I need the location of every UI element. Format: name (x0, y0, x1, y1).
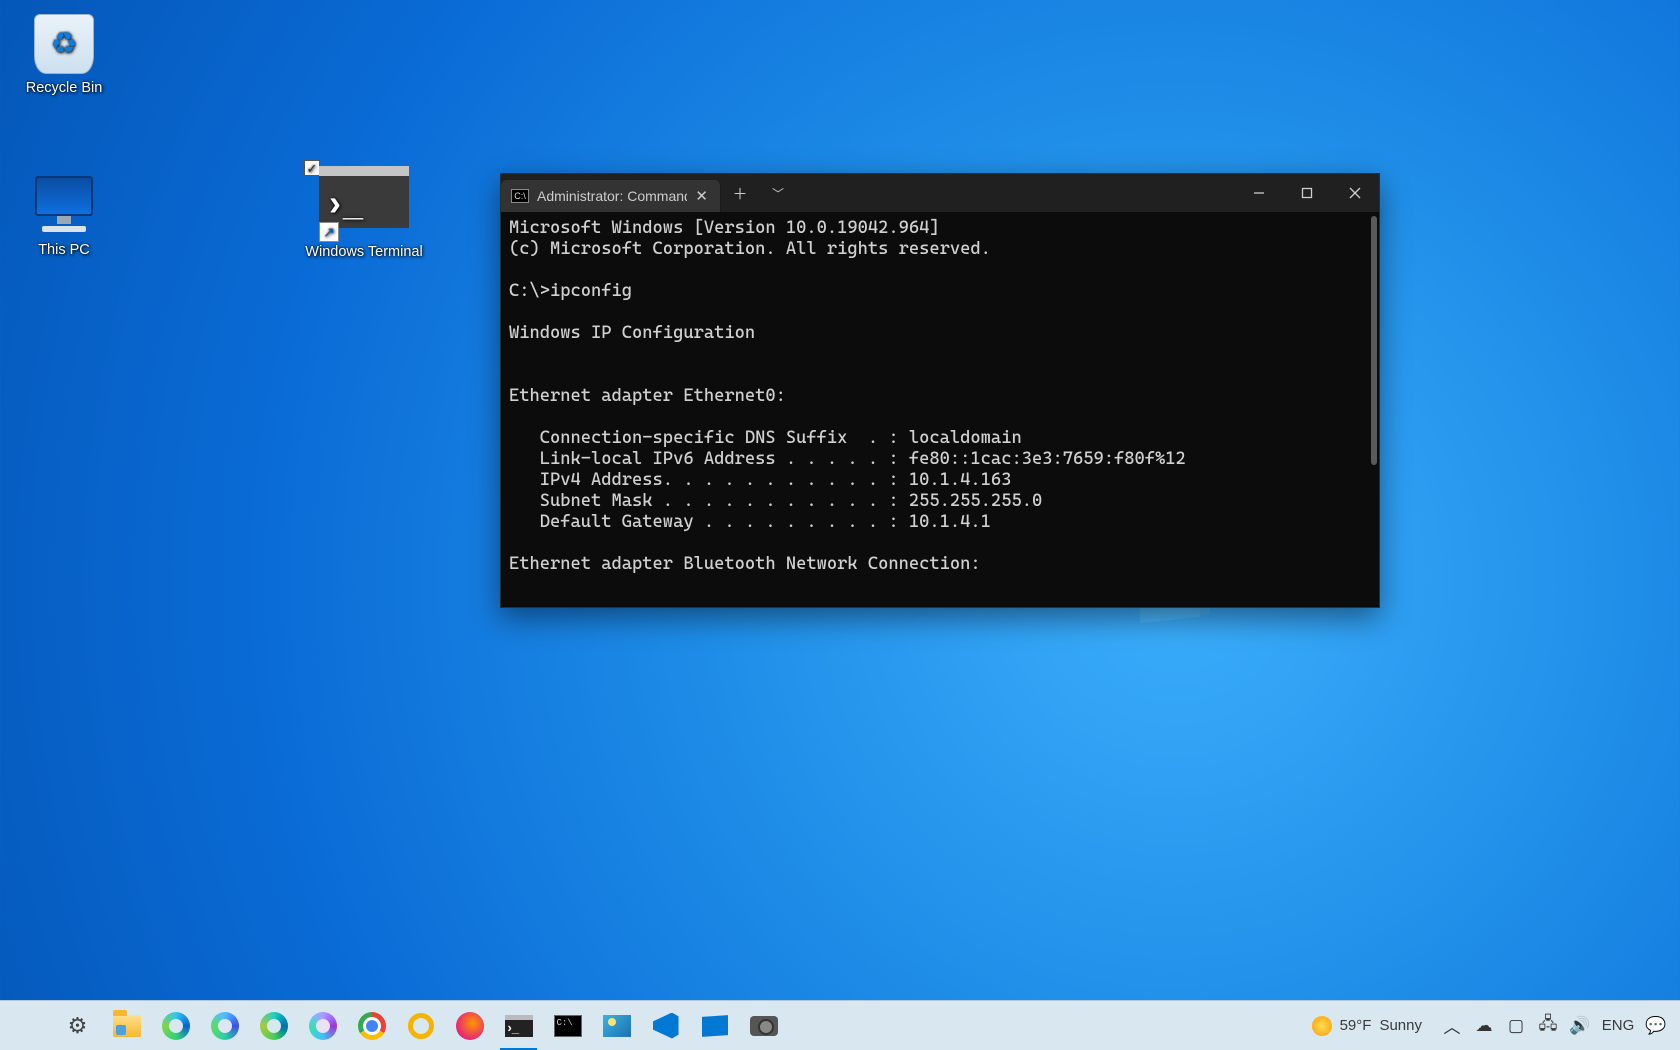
vscode-icon (651, 1011, 681, 1041)
taskbar-camera[interactable] (739, 1001, 788, 1050)
close-tab-button[interactable]: ✕ (695, 187, 708, 205)
titlebar-drag-region[interactable] (797, 174, 1235, 212)
cmd-icon (553, 1011, 583, 1041)
gear-icon: ⚙ (63, 1011, 93, 1041)
onedrive-icon: ☁ (1476, 1016, 1493, 1036)
new-tab-button[interactable]: ＋ (721, 174, 759, 212)
taskbar-settings[interactable]: ⚙ (53, 1001, 102, 1050)
taskbar-file-explorer[interactable] (102, 1001, 151, 1050)
taskbar-chrome-canary[interactable] (396, 1001, 445, 1050)
sun-icon (1312, 1016, 1332, 1036)
taskbar-edge-dev[interactable] (249, 1001, 298, 1050)
tray-meet-now[interactable]: ▢ (1500, 1001, 1532, 1050)
desktop-icon-recycle-bin[interactable]: ♻ Recycle Bin (16, 14, 112, 97)
close-icon (1349, 187, 1361, 199)
taskbar: ⚙ 59°F Sunn (0, 1000, 1680, 1050)
maximize-button[interactable] (1283, 174, 1331, 212)
windows-terminal-icon: ↗ (319, 166, 409, 238)
windows-terminal-window[interactable]: C:\ Administrator: Command Prompt ✕ ＋ ﹀ … (500, 173, 1380, 608)
terminal-tab-title: Administrator: Command Prompt (537, 188, 687, 204)
maximize-icon (1301, 187, 1313, 199)
weather-condition: Sunny (1379, 1017, 1422, 1034)
recycle-bin-icon: ♻ (34, 14, 94, 74)
tray-onedrive[interactable]: ☁ (1468, 1001, 1500, 1050)
tray-language[interactable]: ENG (1596, 1017, 1640, 1034)
minimize-button[interactable] (1235, 174, 1283, 212)
selection-checkbox-icon[interactable] (304, 160, 320, 176)
speaker-icon: 🔊 (1569, 1016, 1590, 1036)
terminal-scrollbar[interactable] (1371, 216, 1377, 465)
photos-icon (602, 1011, 632, 1041)
chrome-icon (357, 1011, 387, 1041)
terminal-line: Ethernet adapter Ethernet0: (509, 386, 786, 406)
folder-icon (112, 1011, 142, 1041)
taskbar-edge-canary[interactable] (298, 1001, 347, 1050)
taskbar-photos[interactable] (592, 1001, 641, 1050)
terminal-output[interactable]: Microsoft Windows [Version 10.0.19042.96… (501, 212, 1379, 607)
close-window-button[interactable] (1331, 174, 1379, 212)
taskbar-command-prompt[interactable] (543, 1001, 592, 1050)
windows-start-icon (14, 1011, 44, 1041)
chrome-canary-icon (406, 1011, 436, 1041)
terminal-tab[interactable]: C:\ Administrator: Command Prompt ✕ (501, 180, 721, 212)
notifications-icon: 💬 (1645, 1016, 1666, 1036)
taskbar-vscode[interactable] (641, 1001, 690, 1050)
weather-widget[interactable]: 59°F Sunny (1298, 1001, 1436, 1050)
taskbar-firefox[interactable] (445, 1001, 494, 1050)
desktop-icon-label: Windows Terminal (304, 244, 424, 261)
terminal-line: IPv4 Address. . . . . . . . . . . : 10.1… (509, 470, 1011, 490)
desktop-icon-windows-terminal[interactable]: ↗ Windows Terminal (304, 166, 424, 261)
camera-icon (749, 1011, 779, 1041)
taskbar-windows-terminal[interactable] (494, 1001, 543, 1050)
edge-icon (161, 1011, 191, 1041)
tray-network[interactable]: 🖧 (1532, 1001, 1564, 1050)
terminal-line: Connection-specific DNS Suffix . : local… (509, 428, 1022, 448)
desktop-icon-label: Recycle Bin (16, 80, 112, 97)
tray-overflow-button[interactable]: ︿ (1436, 1001, 1468, 1050)
terminal-line: Windows IP Configuration (509, 323, 755, 343)
taskbar-edge[interactable] (151, 1001, 200, 1050)
language-label: ENG (1602, 1017, 1635, 1034)
cmd-tab-icon: C:\ (511, 189, 529, 203)
edge-dev-icon (259, 1011, 289, 1041)
taskbar-desktop-peek[interactable] (690, 1001, 739, 1050)
taskbar-chrome[interactable] (347, 1001, 396, 1050)
windows-terminal-icon (504, 1011, 534, 1041)
desktop-icon-label: This PC (16, 242, 112, 259)
desktop-icon-this-pc[interactable]: This PC (16, 176, 112, 259)
terminal-titlebar[interactable]: C:\ Administrator: Command Prompt ✕ ＋ ﹀ (501, 174, 1379, 212)
terminal-line: Microsoft Windows [Version 10.0.19042.96… (509, 218, 940, 238)
tray-action-center[interactable]: 💬 (1640, 1001, 1672, 1050)
firefox-icon (455, 1011, 485, 1041)
edge-beta-icon (210, 1011, 240, 1041)
terminal-line: (c) Microsoft Corporation. All rights re… (509, 239, 991, 259)
terminal-line: Subnet Mask . . . . . . . . . . . : 255.… (509, 491, 1042, 511)
edge-canary-icon (308, 1011, 338, 1041)
meet-now-icon: ▢ (1508, 1016, 1524, 1036)
terminal-line: Default Gateway . . . . . . . . . : 10.1… (509, 512, 991, 532)
terminal-line: Ethernet adapter Bluetooth Network Conne… (509, 554, 981, 574)
tab-dropdown-button[interactable]: ﹀ (759, 174, 797, 212)
weather-temp: 59°F (1340, 1017, 1372, 1034)
minimize-icon (1253, 187, 1265, 199)
terminal-line: C:\>ipconfig (509, 281, 632, 301)
shortcut-arrow-icon: ↗ (319, 222, 339, 242)
this-pc-icon (34, 176, 94, 236)
network-icon: 🖧 (1539, 1011, 1558, 1040)
terminal-line: Link-local IPv6 Address . . . . . : fe80… (509, 449, 1186, 469)
taskbar-edge-beta[interactable] (200, 1001, 249, 1050)
system-tray: 59°F Sunny ︿ ☁ ▢ 🖧 🔊 ENG 💬 (1298, 1001, 1676, 1050)
start-button[interactable] (4, 1001, 53, 1050)
desktop-icon (700, 1011, 730, 1041)
tray-volume[interactable]: 🔊 (1564, 1001, 1596, 1050)
